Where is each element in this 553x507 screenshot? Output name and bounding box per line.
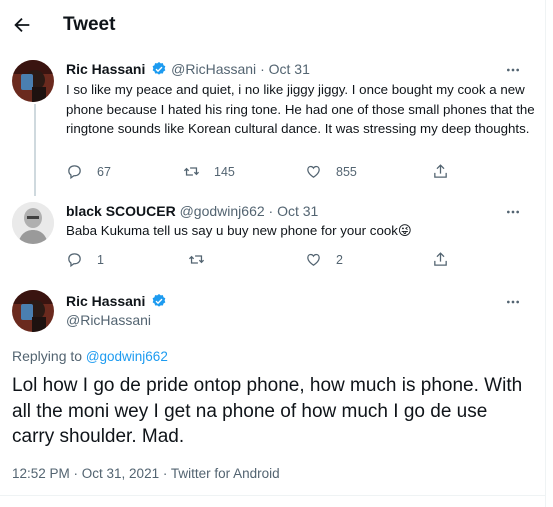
header: Tweet <box>0 0 546 50</box>
tweet-date[interactable]: Oct 31 <box>269 61 310 77</box>
avatar[interactable] <box>12 60 54 102</box>
reply-button[interactable]: 67 <box>66 163 111 180</box>
main-tweet-text: Lol how I go de pride ontop phone, how m… <box>12 375 523 447</box>
tweet-text: Baba Kukuma tell us say u buy new phone … <box>66 221 536 241</box>
separator: · <box>268 203 274 219</box>
separator: · <box>260 61 265 77</box>
reply-button[interactable]: 1 <box>66 251 104 268</box>
more-icon[interactable] <box>505 294 521 310</box>
tweet-text: I so like my peace and quiet, i no like … <box>66 82 535 136</box>
like-button[interactable]: 855 <box>305 163 357 180</box>
tweet-date[interactable]: Oct 31 <box>277 203 318 219</box>
share-icon <box>434 164 447 178</box>
parent-tweet-header: Ric Hassani @RicHassani · Oct 31 <box>66 61 310 77</box>
like-count: 855 <box>336 164 357 179</box>
more-icon[interactable] <box>505 204 521 220</box>
like-button[interactable]: 2 <box>305 251 343 268</box>
author-handle[interactable]: @RicHassani <box>171 61 256 77</box>
share-button[interactable] <box>432 163 449 180</box>
reply-icon <box>68 253 81 268</box>
like-icon <box>307 165 320 178</box>
like-icon <box>307 253 320 266</box>
retweet-button[interactable] <box>188 251 205 268</box>
verified-badge-icon <box>152 294 166 307</box>
replying-prefix: Replying to <box>12 348 83 364</box>
like-count: 2 <box>336 252 343 267</box>
more-icon[interactable] <box>505 62 521 78</box>
tweet-page: Tweet Ric Hassani @RicHassani · Oct 31 I… <box>0 0 546 507</box>
verified-badge-icon <box>152 62 166 75</box>
reply-count: 1 <box>97 252 104 267</box>
reply-text: Baba Kukuma tell us say u buy new phone … <box>66 223 398 238</box>
retweet-icon <box>188 255 205 264</box>
author-name[interactable]: black SCOUCER <box>66 203 176 219</box>
replying-to-link[interactable]: @godwinj662 <box>86 349 168 364</box>
back-arrow-icon[interactable] <box>11 14 33 36</box>
divider <box>0 495 546 496</box>
share-button[interactable] <box>432 251 449 268</box>
retweet-count: 145 <box>214 164 235 179</box>
page-title: Tweet <box>63 14 116 35</box>
author-handle[interactable]: @RicHassani <box>66 312 151 328</box>
retweet-icon <box>183 167 200 176</box>
share-icon <box>434 252 447 266</box>
author-handle[interactable]: @godwinj662 <box>180 203 265 219</box>
main-tweet-author[interactable]: Ric Hassani <box>66 293 167 309</box>
reply-tweet-header: black SCOUCER @godwinj662 · Oct 31 <box>66 203 318 219</box>
emoji: 😜 <box>397 223 412 238</box>
author-name[interactable]: Ric Hassani <box>66 61 145 77</box>
avatar[interactable] <box>12 202 54 244</box>
replying-to: Replying to @godwinj662 <box>12 348 168 364</box>
author-name[interactable]: Ric Hassani <box>66 293 145 309</box>
retweet-button[interactable]: 145 <box>183 163 235 180</box>
reply-count: 67 <box>97 164 111 179</box>
reply-icon <box>68 165 81 180</box>
tweet-meta[interactable]: 12:52 PM · Oct 31, 2021 · Twitter for An… <box>12 466 280 481</box>
avatar[interactable] <box>12 290 54 332</box>
thread-line <box>34 104 36 196</box>
